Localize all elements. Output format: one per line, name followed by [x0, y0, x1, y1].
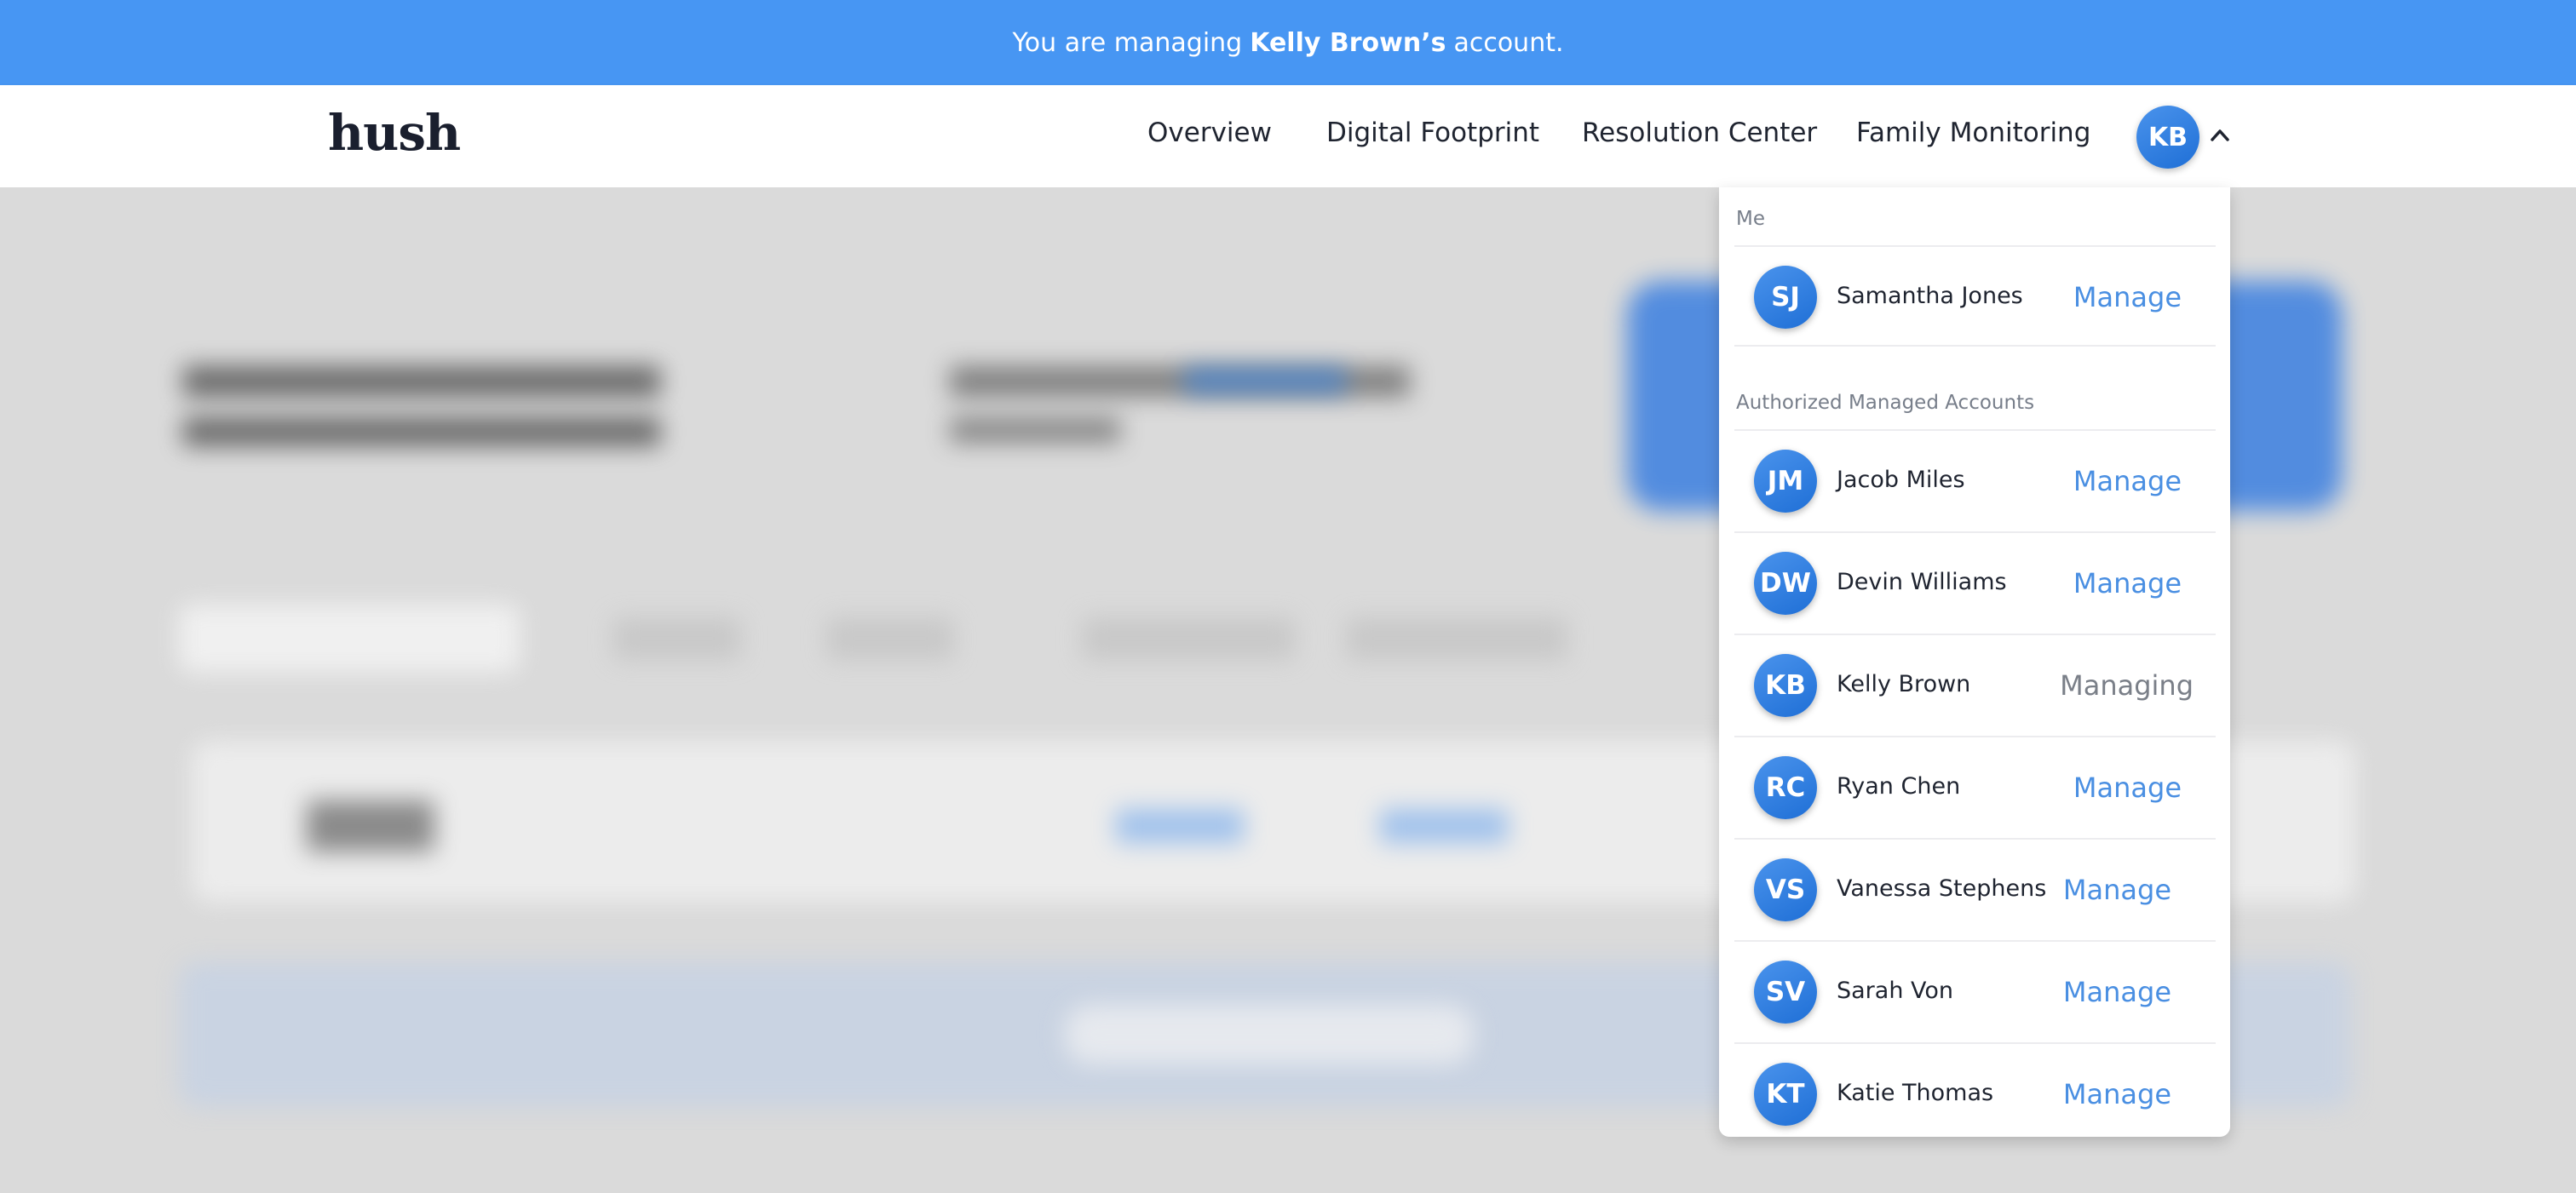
account-row-kelly-brown: KB Kelly Brown Managing [1734, 634, 2216, 735]
blurred-heading-line [183, 417, 660, 446]
blurred-filter [1082, 617, 1295, 660]
account-row-devin-williams: DW Devin Williams Manage [1734, 531, 2216, 633]
avatar: RC [1754, 756, 1817, 819]
avatar: VS [1754, 858, 1817, 921]
me-section-label: Me [1736, 208, 1765, 230]
account-name: Jacob Miles [1837, 467, 1965, 493]
account-switcher-dropdown: Me SJ Samantha Jones Manage Authorized M… [1719, 187, 2230, 1137]
manage-button[interactable]: Manage [2073, 771, 2182, 804]
avatar: DW [1754, 552, 1817, 615]
blurred-cell [307, 800, 434, 852]
account-name: Ryan Chen [1837, 773, 1961, 800]
managing-status: Managing [2060, 669, 2194, 702]
account-row-ryan-chen: RC Ryan Chen Manage [1734, 736, 2216, 837]
account-row-katie-thomas: KT Katie Thomas Manage [1734, 1042, 2216, 1137]
manage-button[interactable]: Manage [2073, 281, 2182, 313]
blurred-heading-line [183, 366, 660, 397]
manage-button[interactable]: Manage [2063, 874, 2171, 906]
account-row-sarah-von: SV Sarah Von Manage [1734, 940, 2216, 1041]
account-name: Samantha Jones [1837, 283, 2023, 309]
avatar: KB [1754, 654, 1817, 717]
avatar: SJ [1754, 266, 1817, 329]
blurred-link [1184, 368, 1346, 393]
managed-accounts-section-label: Authorized Managed Accounts [1736, 392, 2035, 414]
nav-family-monitoring[interactable]: Family Monitoring [1856, 118, 2090, 148]
account-name: Sarah Von [1837, 978, 1954, 1004]
top-navbar: hush Overview Digital Footprint Resoluti… [0, 85, 2576, 187]
avatar: SV [1754, 961, 1817, 1024]
hush-logo[interactable]: hush [328, 104, 461, 162]
banner-suffix: account. [1453, 27, 1564, 58]
banner-account-name: Kelly Brown’s [1250, 27, 1446, 58]
manage-button[interactable]: Manage [2063, 976, 2171, 1008]
manage-button[interactable]: Manage [2073, 465, 2182, 497]
account-row-me: SJ Samantha Jones Manage [1734, 245, 2216, 347]
blurred-filter [826, 617, 954, 660]
manage-button[interactable]: Manage [2073, 567, 2182, 599]
blurred-text [950, 417, 1120, 443]
account-name: Kelly Brown [1837, 671, 1971, 697]
account-row-vanessa-stephens: VS Vanessa Stephens Manage [1734, 838, 2216, 939]
avatar: JM [1754, 450, 1817, 513]
blurred-button [1065, 1005, 1474, 1064]
banner-prefix: You are managing [1012, 27, 1243, 58]
blurred-search [179, 605, 520, 673]
nav-digital-footprint[interactable]: Digital Footprint [1326, 118, 1539, 148]
blurred-cell [1380, 809, 1508, 843]
blurred-cell [1116, 809, 1244, 843]
manage-button[interactable]: Manage [2063, 1078, 2171, 1110]
managing-banner: You are managing Kelly Brown’s account. [0, 0, 2576, 85]
blurred-filter [1346, 617, 1567, 660]
account-name: Devin Williams [1837, 569, 2007, 595]
chevron-up-icon[interactable] [2210, 118, 2230, 152]
account-row-jacob-miles: JM Jacob Miles Manage [1734, 429, 2216, 531]
account-name: Vanessa Stephens [1837, 875, 2047, 902]
account-name: Katie Thomas [1837, 1080, 1994, 1106]
user-avatar[interactable]: KB [2136, 106, 2199, 169]
avatar: KT [1754, 1063, 1817, 1126]
nav-overview[interactable]: Overview [1147, 118, 1272, 148]
blurred-filter [613, 617, 741, 660]
nav-resolution-center[interactable]: Resolution Center [1582, 118, 1817, 148]
